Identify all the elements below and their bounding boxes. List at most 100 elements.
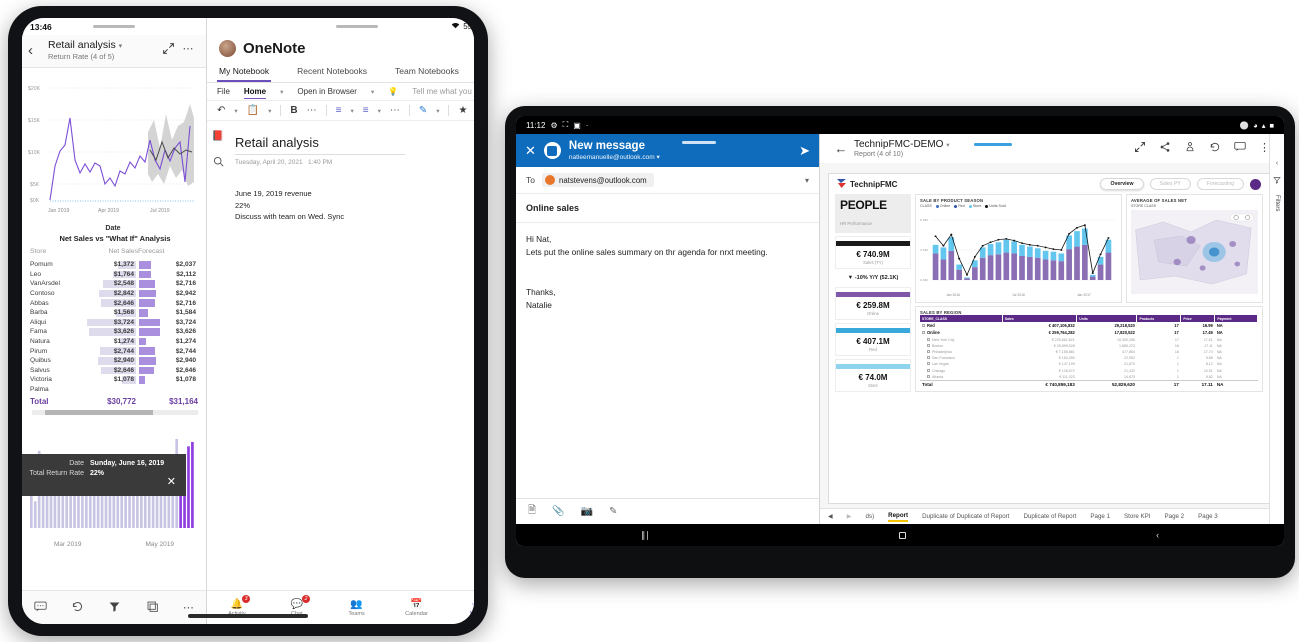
split-grabber[interactable]: [682, 141, 716, 144]
legend-store[interactable]: Store: [968, 204, 981, 208]
table-row[interactable]: Atlanta € 111,023 14,875 1 9.82 NA: [920, 374, 1258, 381]
table-row[interactable]: Natura $1,274 $1,274: [30, 337, 200, 347]
col-payment[interactable]: Payment: [1214, 315, 1258, 323]
table-row[interactable]: Pirum $2,744 $2,744: [30, 346, 200, 356]
filters-panel[interactable]: ‹ Filters: [1269, 134, 1284, 524]
col-units[interactable]: Units: [1076, 315, 1138, 323]
pill-overview[interactable]: Overview: [1100, 178, 1144, 190]
ribbon-open-in-browser[interactable]: Open in Browser: [297, 87, 357, 96]
legend-online[interactable]: Online: [935, 204, 950, 208]
more-horizontal-icon[interactable]: ⋯: [178, 39, 198, 55]
pill-forecasting[interactable]: Forecasting: [1196, 178, 1244, 190]
comment-icon[interactable]: [34, 601, 47, 615]
return-rate-bar-chart[interactable]: Mar 2019 May 2019 Date Sunday, June 16, …: [22, 428, 206, 556]
page-title[interactable]: Retail analysis ▾: [48, 39, 158, 51]
insert-file-icon[interactable]: 🗎: [528, 503, 536, 520]
table-row[interactable]: Pomum $1,372 $2,037: [30, 260, 200, 270]
kpi-card-store[interactable]: € 74.0M Store: [835, 359, 911, 392]
more-horizontal-icon[interactable]: ⋯: [307, 105, 317, 116]
col-store[interactable]: Store: [30, 248, 83, 260]
table-row[interactable]: Palma: [30, 385, 200, 395]
table-row[interactable]: Salvus $2,646 $2,646: [30, 366, 200, 376]
note-title[interactable]: Retail analysis: [235, 135, 405, 155]
bullet-list-icon[interactable]: ≡: [336, 105, 342, 116]
ribbon-tell-me[interactable]: Tell me what you wa: [412, 87, 474, 96]
highlighter-icon[interactable]: ✎: [419, 105, 427, 116]
col-net-sales[interactable]: Net Sales: [83, 248, 138, 260]
region-table-panel[interactable]: SALES BY REGION STORE_CLASS Sales Units …: [915, 306, 1263, 393]
more-horizontal-icon-2[interactable]: ⋯: [390, 105, 400, 116]
compose-from-account[interactable]: natleemanuelle@outlook.com ▾: [569, 153, 660, 161]
kpi-card-red[interactable]: € 407.1M Red: [835, 323, 911, 356]
search-icon[interactable]: [213, 156, 224, 170]
chevron-left-icon[interactable]: ‹: [1276, 160, 1278, 167]
close-icon[interactable]: ✕: [167, 475, 176, 488]
page-tab-ds[interactable]: ds): [866, 513, 875, 520]
sidebar-item-activity[interactable]: 🔔3 Activity: [207, 591, 267, 624]
refresh-icon[interactable]: [1209, 141, 1221, 156]
page-tab-page-1[interactable]: Page 1: [1090, 513, 1110, 520]
profile-icon[interactable]: [1250, 178, 1261, 190]
tab-recent-notebooks[interactable]: Recent Notebooks: [295, 63, 369, 82]
close-icon[interactable]: ✕: [525, 143, 536, 159]
chevron-down-icon[interactable]: ▾: [280, 88, 283, 96]
chevron-down-icon[interactable]: ▾: [805, 176, 809, 185]
next-page-icon[interactable]: ▶: [847, 513, 852, 520]
prev-page-icon[interactable]: ◀: [828, 513, 833, 520]
multitask-grabber[interactable]: [93, 25, 135, 28]
expand-icon[interactable]: [1134, 141, 1146, 156]
note-content[interactable]: June 19, 2019 revenue 22% Discuss with t…: [235, 188, 474, 223]
page-tab-page-2[interactable]: Page 2: [1165, 513, 1185, 520]
back-arrow-icon[interactable]: ‹: [28, 39, 44, 58]
table-row[interactable]: Barba $1,568 $1,584: [30, 308, 200, 318]
expand-icon[interactable]: [158, 39, 178, 58]
ios-home-indicator[interactable]: [188, 614, 308, 618]
page-tab-dup-dup-report[interactable]: Duplicate of Duplicate of Report: [922, 513, 1009, 520]
recents-icon[interactable]: ∥∣: [641, 530, 650, 541]
undo-icon[interactable]: ↶: [217, 105, 225, 116]
tag-icon[interactable]: ★: [458, 105, 467, 116]
bold-icon[interactable]: B: [290, 105, 297, 116]
col-store-class[interactable]: STORE_CLASS: [920, 315, 1003, 323]
message-body-field[interactable]: Hi Nat, Lets put the online sales summar…: [516, 223, 819, 498]
ribbon-home[interactable]: Home: [243, 87, 267, 99]
col-products[interactable]: Products: [1136, 315, 1182, 323]
to-field-row[interactable]: To natstevens@outlook.com ▾: [516, 167, 819, 194]
chevron-down-icon[interactable]: ▾: [119, 43, 123, 50]
season-chart-panel[interactable]: SALE BY PRODUCT SEASON CLASS Online Red …: [915, 194, 1122, 303]
filter-icon[interactable]: [108, 600, 121, 616]
paste-icon[interactable]: 📋: [247, 105, 259, 116]
table-row[interactable]: Red € 407,106,832 29,218,520 17 16.99 NA: [920, 322, 1258, 329]
reset-icon[interactable]: [71, 600, 84, 616]
split-grabber-right[interactable]: [973, 143, 1012, 146]
page-tab-report[interactable]: Report: [888, 512, 909, 522]
back-icon[interactable]: ‹: [1156, 530, 1159, 540]
recipient-chip[interactable]: natstevens@outlook.com: [541, 173, 654, 187]
page-tab-dup-report[interactable]: Duplicate of Report: [1023, 513, 1076, 520]
kpi-card-online[interactable]: € 259.8M Online: [835, 287, 911, 320]
page-tab-store-kpi[interactable]: Store KPI: [1124, 513, 1150, 520]
onenote-note-body[interactable]: Retail analysis Tuesday, April 20, 2021 …: [229, 121, 474, 590]
back-arrow-icon[interactable]: ←: [828, 141, 854, 156]
multitask-grabber-right[interactable]: [335, 25, 378, 28]
col-price[interactable]: Price: [1180, 315, 1216, 323]
table-row[interactable]: Quibus $2,940 $2,940: [30, 356, 200, 366]
chevron-down-icon[interactable]: ▾: [946, 142, 949, 149]
table-row[interactable]: Fama $3,626 $3,626: [30, 327, 200, 337]
camera-icon[interactable]: 📷: [581, 506, 593, 517]
ribbon-file[interactable]: File: [217, 87, 230, 96]
ink-icon[interactable]: ✎: [609, 506, 617, 517]
chevron-down-icon[interactable]: ▾: [656, 154, 659, 161]
report-title[interactable]: TechnipFMC-DEMO ▾: [854, 139, 950, 150]
sidebar-item-teams[interactable]: 👥 Teams: [327, 591, 387, 624]
tab-team-notebooks[interactable]: Team Notebooks: [393, 63, 461, 82]
table-horizontal-scrollbar[interactable]: [32, 409, 198, 415]
table-row[interactable]: Abbas $2,646 $2,716: [30, 298, 200, 308]
legend-red[interactable]: Red: [954, 204, 965, 208]
return-rate-line-chart[interactable]: $20K $15K $10K $5K $0K Jan 2019 Apr 2019…: [22, 68, 206, 232]
table-row[interactable]: Online € 259,764,282 17,820,522 17 17.49 NA: [920, 329, 1258, 336]
send-icon[interactable]: ➤: [799, 143, 810, 159]
annotate-icon[interactable]: [1184, 141, 1196, 156]
avatar[interactable]: [219, 40, 236, 57]
bookmark-icon[interactable]: [146, 600, 159, 616]
